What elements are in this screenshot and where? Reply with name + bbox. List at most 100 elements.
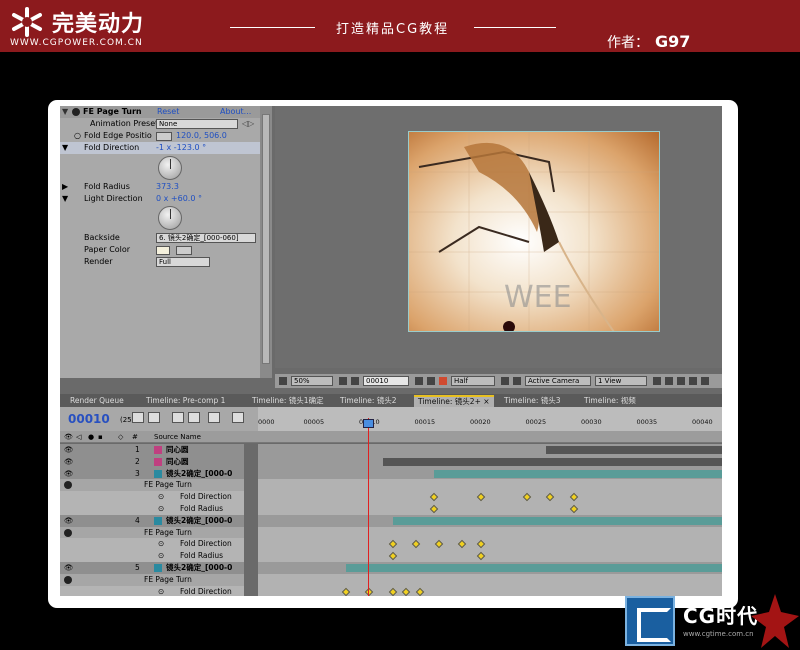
region-icon[interactable] bbox=[351, 377, 359, 385]
layer-name[interactable]: 镜头2确定_[000-0 bbox=[166, 468, 232, 480]
scrollbar-thumb[interactable] bbox=[262, 114, 270, 364]
color-channel-icon[interactable] bbox=[439, 377, 447, 385]
region-of-interest-icon[interactable] bbox=[501, 377, 509, 385]
keyframe[interactable] bbox=[430, 492, 439, 502]
keyframe[interactable] bbox=[476, 492, 485, 502]
tab-pre-comp-1[interactable]: Timeline: Pre-comp 1 bbox=[142, 395, 246, 407]
keyframe[interactable] bbox=[476, 551, 485, 561]
visibility-eye-icon[interactable]: 👁 bbox=[64, 468, 74, 480]
effect-name[interactable]: FE Page Turn bbox=[144, 479, 192, 491]
expand-triangle-icon[interactable]: ▼ bbox=[62, 106, 68, 118]
layer-duration-bar[interactable] bbox=[545, 446, 722, 454]
exposure-icon[interactable] bbox=[701, 377, 709, 385]
keyframe[interactable] bbox=[388, 551, 397, 561]
layer-track[interactable] bbox=[258, 491, 722, 504]
visibility-eye-icon[interactable]: 👁 bbox=[64, 515, 74, 527]
camera-dropdown[interactable]: Active Camera bbox=[525, 376, 591, 386]
composition-canvas[interactable]: WEE bbox=[408, 131, 660, 332]
crosshair-point-icon[interactable] bbox=[156, 132, 172, 141]
effect-row[interactable]: FE Page Turn bbox=[60, 479, 722, 492]
effect-name[interactable]: FE Page Turn bbox=[144, 527, 192, 539]
layer-name[interactable]: 同心圆 bbox=[166, 456, 189, 468]
tab-shot2-plus[interactable]: Timeline: 镜头2+ × bbox=[414, 395, 494, 407]
enable-frame-blending-icon[interactable] bbox=[188, 412, 200, 423]
keyframe[interactable] bbox=[365, 587, 374, 596]
property-name[interactable]: Fold Direction bbox=[180, 491, 232, 503]
keyframe[interactable] bbox=[569, 492, 578, 502]
layer-row[interactable]: 👁 5 镜头2确定_[000-0 bbox=[60, 562, 722, 574]
comp-mini-flowchart-icon[interactable] bbox=[132, 412, 144, 423]
layer-track[interactable] bbox=[258, 455, 722, 468]
preview-toggle-icon[interactable] bbox=[279, 377, 287, 385]
fast-previews-icon[interactable] bbox=[665, 377, 673, 385]
reset-link[interactable]: Reset bbox=[157, 106, 179, 118]
paper-color-swatch[interactable] bbox=[156, 246, 170, 255]
layer-track[interactable] bbox=[258, 538, 722, 551]
keyframe[interactable] bbox=[388, 587, 397, 596]
viewer-timecode[interactable]: 00010 bbox=[363, 376, 409, 386]
layer-name[interactable]: 镜头2确定_[000-0 bbox=[166, 515, 232, 527]
layer-track[interactable] bbox=[258, 503, 722, 515]
layer-track[interactable] bbox=[258, 444, 722, 456]
views-dropdown[interactable]: 1 View bbox=[595, 376, 647, 386]
stopwatch-icon[interactable]: ○ bbox=[74, 130, 81, 142]
render-dropdown[interactable]: Full bbox=[156, 257, 210, 267]
effect-header-row[interactable]: ▼ FE Page Turn Reset About... bbox=[60, 106, 260, 118]
layer-duration-bar[interactable] bbox=[434, 469, 722, 478]
timeline-icon[interactable] bbox=[677, 377, 685, 385]
layer-row[interactable]: 👁 4 镜头2确定_[000-0 bbox=[60, 514, 722, 527]
keyframe[interactable] bbox=[457, 540, 467, 549]
expand-triangle-icon[interactable]: ▼ bbox=[62, 193, 68, 205]
layer-row[interactable]: 👁 2 同心圆 bbox=[60, 455, 722, 468]
stopwatch-icon[interactable]: ⊙ bbox=[158, 538, 164, 550]
property-row[interactable]: ⊙ Fold Direction bbox=[60, 538, 722, 551]
keyframe[interactable] bbox=[546, 492, 555, 502]
transparency-grid-icon[interactable] bbox=[513, 377, 521, 385]
layer-track[interactable] bbox=[258, 550, 722, 563]
keyframe[interactable] bbox=[411, 540, 420, 549]
layer-duration-bar[interactable] bbox=[346, 564, 722, 572]
keyframe[interactable] bbox=[416, 587, 425, 596]
toggle-pixel-icon[interactable] bbox=[653, 377, 661, 385]
tab-render-queue[interactable]: Render Queue bbox=[66, 395, 140, 407]
layer-duration-bar[interactable] bbox=[392, 516, 722, 525]
fx-toggle-icon[interactable] bbox=[64, 528, 72, 537]
layer-track[interactable] bbox=[258, 562, 722, 574]
visibility-eye-icon[interactable]: 👁 bbox=[64, 456, 74, 468]
light-direction-dial[interactable] bbox=[158, 206, 182, 230]
flowchart-icon[interactable] bbox=[689, 377, 697, 385]
stopwatch-icon[interactable]: ⊙ bbox=[158, 491, 164, 503]
light-direction-value[interactable]: 0 x +60.0 ° bbox=[156, 193, 202, 205]
hide-shy-layers-icon[interactable] bbox=[172, 412, 184, 423]
zoom-dropdown[interactable]: 50% bbox=[291, 376, 333, 386]
effect-controls-scrollbar[interactable] bbox=[260, 106, 272, 378]
stopwatch-icon[interactable]: ⊙ bbox=[158, 586, 164, 596]
grid-icon[interactable] bbox=[339, 377, 347, 385]
current-time-indicator[interactable] bbox=[368, 418, 369, 596]
fold-edge-position-value[interactable]: 120.0, 506.0 bbox=[176, 130, 227, 142]
graph-editor-icon[interactable] bbox=[232, 412, 244, 423]
draft-3d-icon[interactable] bbox=[148, 412, 160, 423]
show-snapshot-icon[interactable] bbox=[427, 377, 435, 385]
layer-duration-bar[interactable] bbox=[383, 457, 722, 466]
backside-dropdown[interactable]: 6. 镜头2确定_[000-060] bbox=[156, 233, 256, 243]
time-ruler[interactable]: 0000000050001000015000200002500030000350… bbox=[258, 407, 722, 431]
fx-toggle-icon[interactable] bbox=[72, 108, 80, 116]
animation-presets-dropdown[interactable]: None bbox=[156, 119, 238, 129]
fx-toggle-icon[interactable] bbox=[64, 575, 72, 584]
property-row[interactable]: ⊙ Fold Direction bbox=[60, 491, 722, 504]
stopwatch-icon[interactable]: ⊙ bbox=[158, 550, 164, 562]
snapshot-icon[interactable] bbox=[415, 377, 423, 385]
property-row[interactable]: ⊙ Fold Radius bbox=[60, 503, 722, 515]
property-name[interactable]: Fold Direction bbox=[180, 586, 232, 596]
tab-shot3[interactable]: Timeline: 镜头3 bbox=[500, 395, 576, 407]
current-time-indicator-head[interactable] bbox=[363, 419, 374, 428]
effect-row[interactable]: FE Page Turn bbox=[60, 526, 722, 539]
layer-track[interactable] bbox=[258, 573, 722, 586]
keyframe[interactable] bbox=[522, 492, 532, 502]
effect-name[interactable]: FE Page Turn bbox=[144, 574, 192, 586]
tab-video[interactable]: Timeline: 视频 bbox=[580, 395, 656, 407]
visibility-eye-icon[interactable]: 👁 bbox=[64, 562, 74, 574]
current-time-display[interactable]: 00010 bbox=[68, 412, 110, 426]
layer-row[interactable]: 👁 3 镜头2确定_[000-0 bbox=[60, 467, 722, 480]
